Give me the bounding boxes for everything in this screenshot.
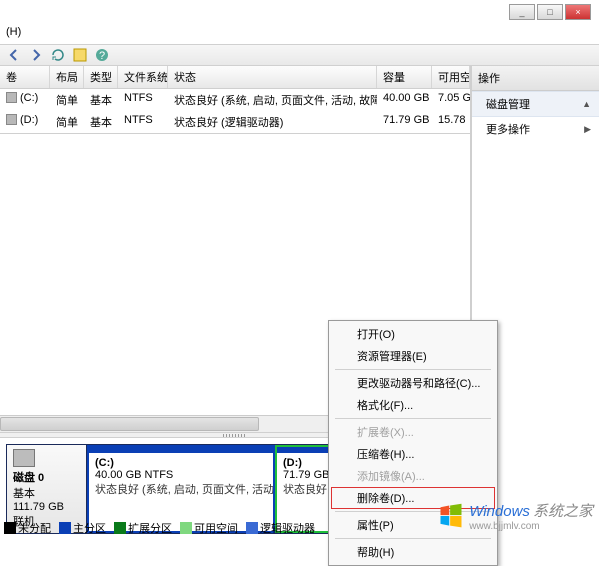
partition-status: 状态良好 (系统, 启动, 页面文件, 活动, 故 (95, 484, 275, 496)
scrollbar-thumb[interactable] (0, 417, 259, 431)
menu-shrink[interactable]: 压缩卷(H)... (331, 443, 495, 465)
windows-logo-icon (437, 502, 465, 530)
menu-add-mirror: 添加镜像(A)... (331, 465, 495, 487)
properties-icon[interactable] (72, 47, 88, 63)
partition-status: 状态良好 (283, 484, 327, 496)
column-volume[interactable]: 卷 (0, 66, 50, 88)
volume-free: 15.78 (432, 113, 470, 131)
legend-swatch-primary (59, 522, 71, 534)
volume-capacity: 40.00 GB (377, 91, 432, 109)
drive-icon (6, 114, 17, 125)
legend-free: 可用空间 (194, 523, 238, 535)
legend-swatch-logical (246, 522, 258, 534)
partition-legend: 未分配 主分区 扩展分区 可用空间 逻辑驱动器 (4, 520, 315, 536)
volume-name: (D:) (20, 114, 38, 126)
menubar[interactable]: (H) (0, 24, 599, 44)
watermark: Windows 系统之家 www.bjjmlv.com (437, 500, 593, 532)
column-status[interactable]: 状态 (168, 66, 377, 88)
volume-layout: 简单 (50, 91, 84, 109)
volume-status: 状态良好 (逻辑驱动器) (168, 113, 377, 131)
menu-extend: 扩展卷(X)... (331, 421, 495, 443)
menu-help[interactable]: 帮助(H) (331, 541, 495, 563)
volume-fs: NTFS (118, 91, 168, 109)
legend-swatch-free (180, 522, 192, 534)
partition-sub: 40.00 GB NTFS (95, 469, 173, 481)
actions-more-label: 更多操作 (486, 121, 530, 137)
watermark-sub: 系统之家 (533, 503, 593, 520)
actions-header: 操作 (472, 66, 599, 91)
menu-help[interactable]: (H) (6, 26, 21, 38)
help-icon[interactable]: ? (94, 47, 110, 63)
actions-section-label: 磁盘管理 (486, 96, 530, 112)
window-minimize-button[interactable]: _ (509, 4, 535, 20)
legend-extended: 扩展分区 (128, 523, 172, 535)
disk-size: 111.79 GB (13, 501, 64, 513)
legend-primary: 主分区 (73, 523, 106, 535)
watermark-brand: Windows (469, 503, 530, 520)
refresh-icon[interactable] (50, 47, 66, 63)
toolbar: ? (0, 44, 599, 66)
column-capacity[interactable]: 容量 (377, 66, 432, 88)
column-type[interactable]: 类型 (84, 66, 118, 88)
menu-format[interactable]: 格式化(F)... (331, 394, 495, 416)
volume-capacity: 71.79 GB (377, 113, 432, 131)
volume-row[interactable]: (C:) 简单 基本 NTFS 状态良好 (系统, 启动, 页面文件, 活动, … (0, 89, 470, 111)
drive-icon (6, 92, 17, 103)
volume-layout: 简单 (50, 113, 84, 131)
disk-type: 基本 (13, 488, 35, 500)
collapse-icon: ▲ (582, 99, 591, 109)
actions-section-disk-management[interactable]: 磁盘管理 ▲ (472, 91, 599, 117)
volume-type: 基本 (84, 113, 118, 131)
window-close-button[interactable]: × (565, 4, 591, 20)
legend-unallocated: 未分配 (18, 523, 51, 535)
actions-more[interactable]: 更多操作 ▶ (472, 117, 599, 141)
partition-title: (D:) (283, 457, 302, 469)
menu-separator (335, 369, 491, 370)
column-filesystem[interactable]: 文件系统 (118, 66, 168, 88)
column-layout[interactable]: 布局 (50, 66, 84, 88)
volume-fs: NTFS (118, 113, 168, 131)
column-free[interactable]: 可用空 (432, 66, 470, 88)
menu-change-letter[interactable]: 更改驱动器号和路径(C)... (331, 372, 495, 394)
nav-back-icon[interactable] (6, 47, 22, 63)
menu-separator (335, 418, 491, 419)
volume-row[interactable]: (D:) 简单 基本 NTFS 状态良好 (逻辑驱动器) 71.79 GB 15… (0, 111, 470, 133)
window-maximize-button[interactable]: □ (537, 4, 563, 20)
watermark-url: www.bjjmlv.com (469, 521, 593, 532)
volume-status: 状态良好 (系统, 启动, 页面文件, 活动, 故障转储, 主分区) (168, 91, 377, 109)
legend-swatch-extended (114, 522, 126, 534)
disk-icon (13, 449, 35, 467)
menu-explorer[interactable]: 资源管理器(E) (331, 345, 495, 367)
volume-list-header: 卷 布局 类型 文件系统 状态 容量 可用空 (0, 66, 470, 89)
submenu-icon: ▶ (584, 124, 591, 135)
volume-type: 基本 (84, 91, 118, 109)
legend-swatch-unallocated (4, 522, 16, 534)
volume-name: (C:) (20, 92, 38, 104)
menu-separator (335, 538, 491, 539)
legend-logical: 逻辑驱动器 (260, 523, 315, 535)
volume-list: 卷 布局 类型 文件系统 状态 容量 可用空 (C:) 简单 基本 NTFS 状… (0, 66, 470, 134)
nav-fwd-icon[interactable] (28, 47, 44, 63)
svg-text:?: ? (99, 50, 105, 62)
partition-title: (C:) (95, 457, 114, 469)
menu-open[interactable]: 打开(O) (331, 323, 495, 345)
volume-free: 7.05 G (432, 91, 470, 109)
disk-label: 磁盘 0 (13, 472, 44, 484)
